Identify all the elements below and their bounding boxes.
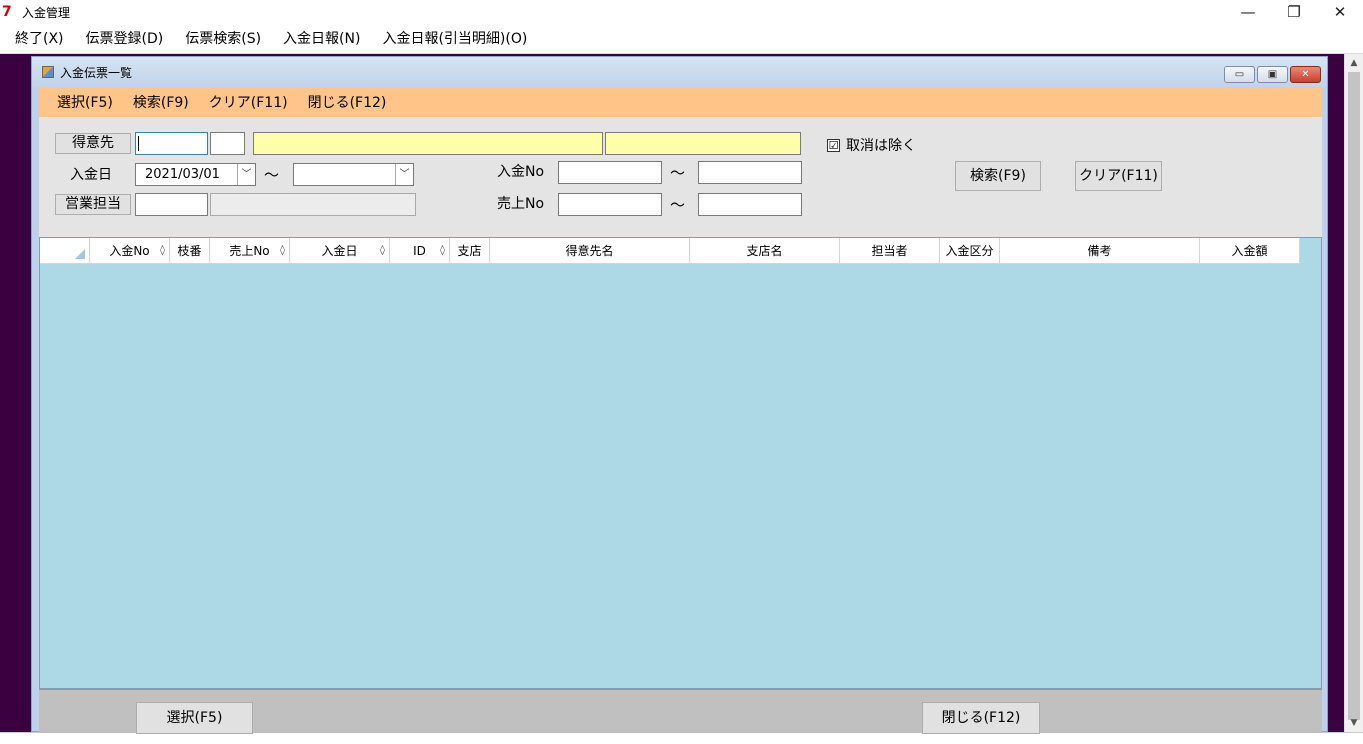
vertical-scrollbar[interactable]: ▲ ▼: [1344, 54, 1363, 732]
deposit-no-label: 入金No: [497, 164, 545, 180]
column-header-branch-number[interactable]: 枝番: [170, 238, 210, 264]
customer-branch-input[interactable]: [210, 132, 245, 155]
column-label: ID: [413, 244, 426, 258]
child-title: 入金伝票一覧: [60, 65, 133, 80]
deposit-date-label: 入金日: [70, 167, 112, 183]
column-label: 入金日: [321, 244, 358, 258]
text-caret: [138, 136, 139, 151]
exclude-cancelled-checkbox[interactable]: ☑ 取消は除く: [827, 135, 916, 155]
child-menu-clear[interactable]: クリア(F11): [199, 92, 298, 112]
child-body: 選択(F5) 検索(F9) クリア(F11) 閉じる(F12) 得意先 ☑ 取消…: [39, 87, 1322, 734]
child-window-controls: ▭ ▣ ✕: [1224, 66, 1321, 83]
child-menu-bar: 選択(F5) 検索(F9) クリア(F11) 閉じる(F12): [39, 87, 1322, 117]
customer-lookup-button[interactable]: 得意先: [55, 133, 131, 154]
form-icon: [42, 66, 54, 78]
column-header-remarks[interactable]: 備考: [1000, 238, 1200, 264]
deposit-date-to-picker[interactable]: ﹀: [293, 163, 414, 186]
child-titlebar: 入金伝票一覧 ▭ ▣ ✕: [32, 57, 1327, 87]
menu-exit[interactable]: 終了(X): [0, 24, 75, 54]
child-menu-close[interactable]: 閉じる(F12): [298, 92, 397, 112]
sales-no-label: 売上No: [497, 196, 545, 212]
deposit-no-from-input[interactable]: [558, 161, 662, 184]
app-titlebar: 7 入金管理 — ❐ ✕: [0, 0, 1363, 24]
scroll-thumb[interactable]: [1348, 72, 1360, 720]
search-button[interactable]: 検索(F9): [955, 161, 1041, 191]
column-header-deposit-amount[interactable]: 入金額: [1200, 238, 1300, 264]
column-label: 入金区分: [945, 244, 994, 258]
column-label: 売上No: [229, 244, 270, 258]
column-header-deposit-no[interactable]: 入金No ◊: [90, 238, 170, 264]
deposit-date-from-value: 2021/03/01: [145, 167, 220, 182]
footer-select-button[interactable]: 選択(F5): [136, 702, 253, 734]
range-separator: ～: [264, 166, 280, 184]
sales-no-to-input[interactable]: [698, 193, 802, 216]
menu-slip-search[interactable]: 伝票検索(S): [174, 24, 272, 54]
app-menu-bar: 終了(X) 伝票登録(D) 伝票検索(S) 入金日報(N) 入金日報(引当明細)…: [0, 24, 1363, 54]
sort-icon: ◊: [440, 245, 445, 256]
customer-code-input[interactable]: [135, 132, 208, 155]
column-label: 支店名: [746, 244, 783, 258]
search-panel: 得意先 ☑ 取消は除く 入金日 2021/03/01 ﹀ ～ ﹀ 入金No ～: [39, 117, 1322, 237]
column-label: 入金No: [109, 244, 150, 258]
sort-icon: ◊: [380, 245, 385, 256]
grid-select-all-corner[interactable]: [40, 238, 90, 264]
customer-branch-name-field: [605, 132, 801, 155]
column-header-branch[interactable]: 支店: [450, 238, 490, 264]
customer-name-field: [253, 132, 603, 155]
sort-icon: ◊: [160, 245, 165, 256]
deposit-date-from-picker[interactable]: 2021/03/01 ﹀: [135, 163, 256, 186]
column-label: 支店: [457, 244, 482, 258]
column-header-deposit-type[interactable]: 入金区分: [940, 238, 1000, 264]
column-header-sales-no[interactable]: 売上No ◊: [210, 238, 290, 264]
chevron-down-icon[interactable]: ﹀: [395, 164, 413, 185]
menu-slip-register[interactable]: 伝票登録(D): [75, 24, 175, 54]
restore-icon[interactable]: ❐: [1271, 0, 1317, 24]
clear-button[interactable]: クリア(F11): [1075, 161, 1162, 191]
child-close-icon[interactable]: ✕: [1290, 66, 1321, 83]
deposit-list-grid[interactable]: 入金No ◊ 枝番 売上No ◊ 入金日 ◊ ID ◊ 支店 得意先名 支店名 担当者 …: [39, 237, 1322, 689]
menu-deposit-daily-report[interactable]: 入金日報(N): [272, 24, 371, 54]
exclude-cancelled-label: 取消は除く: [846, 138, 916, 154]
range-separator: ～: [670, 196, 686, 214]
child-window-deposit-list: 入金伝票一覧 ▭ ▣ ✕ 選択(F5) 検索(F9) クリア(F11) 閉じる(…: [31, 56, 1328, 734]
child-menu-search[interactable]: 検索(F9): [123, 92, 199, 112]
range-separator: ～: [670, 164, 686, 182]
deposit-no-to-input[interactable]: [698, 161, 802, 184]
chevron-down-icon[interactable]: ﹀: [237, 164, 255, 185]
window-controls: — ❐ ✕: [1225, 0, 1363, 24]
app-title: 入金管理: [22, 5, 71, 20]
checkbox-checked-icon[interactable]: ☑: [827, 138, 840, 152]
child-restore-icon[interactable]: ▣: [1257, 66, 1288, 83]
column-label: 担当者: [871, 244, 908, 258]
column-header-staff[interactable]: 担当者: [840, 238, 940, 264]
scroll-down-icon[interactable]: ▼: [1345, 715, 1363, 731]
sales-staff-lookup-button[interactable]: 営業担当: [55, 194, 131, 215]
menu-deposit-daily-report-detail[interactable]: 入金日報(引当明細)(O): [371, 24, 538, 54]
grid-header: 入金No ◊ 枝番 売上No ◊ 入金日 ◊ ID ◊ 支店 得意先名 支店名 担当者 …: [40, 238, 1300, 264]
column-header-id[interactable]: ID ◊: [390, 238, 450, 264]
app-icon: 7: [2, 4, 12, 20]
sales-staff-code-input[interactable]: [135, 193, 208, 216]
sort-icon: ◊: [280, 245, 285, 256]
column-header-branch-name[interactable]: 支店名: [690, 238, 840, 264]
minimize-icon[interactable]: —: [1225, 0, 1271, 24]
column-label: 入金額: [1231, 244, 1268, 258]
column-header-deposit-date[interactable]: 入金日 ◊: [290, 238, 390, 264]
close-icon[interactable]: ✕: [1317, 0, 1363, 24]
column-label: 得意先名: [565, 244, 614, 258]
sales-staff-name-field: [210, 193, 416, 216]
column-label: 枝番: [177, 244, 202, 258]
sales-no-from-input[interactable]: [558, 193, 662, 216]
corner-triangle-icon: [75, 249, 85, 259]
column-header-customer-name[interactable]: 得意先名: [490, 238, 690, 264]
footer-bar: 選択(F5) 閉じる(F12): [39, 689, 1322, 734]
scroll-up-icon[interactable]: ▲: [1345, 55, 1363, 71]
child-menu-select[interactable]: 選択(F5): [39, 92, 123, 112]
child-minimize-icon[interactable]: ▭: [1224, 66, 1255, 83]
column-label: 備考: [1087, 244, 1112, 258]
footer-close-button[interactable]: 閉じる(F12): [922, 702, 1040, 734]
